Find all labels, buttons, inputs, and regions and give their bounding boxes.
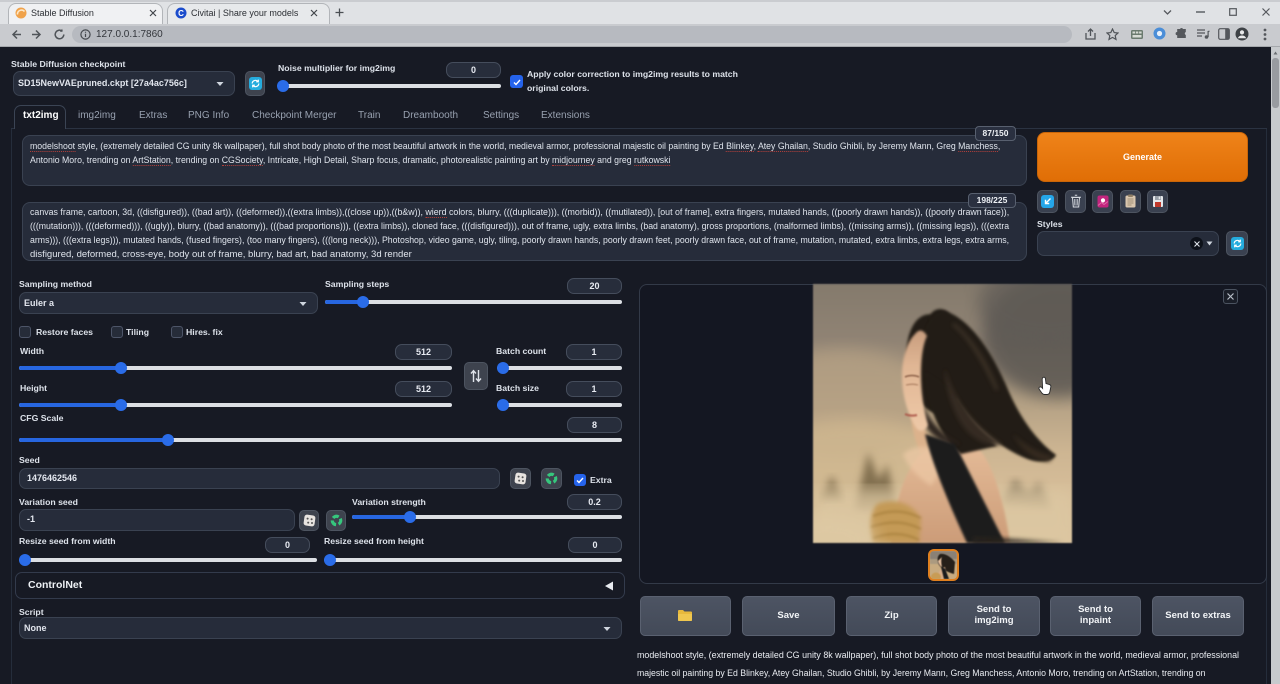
- svg-text:C: C: [178, 9, 184, 18]
